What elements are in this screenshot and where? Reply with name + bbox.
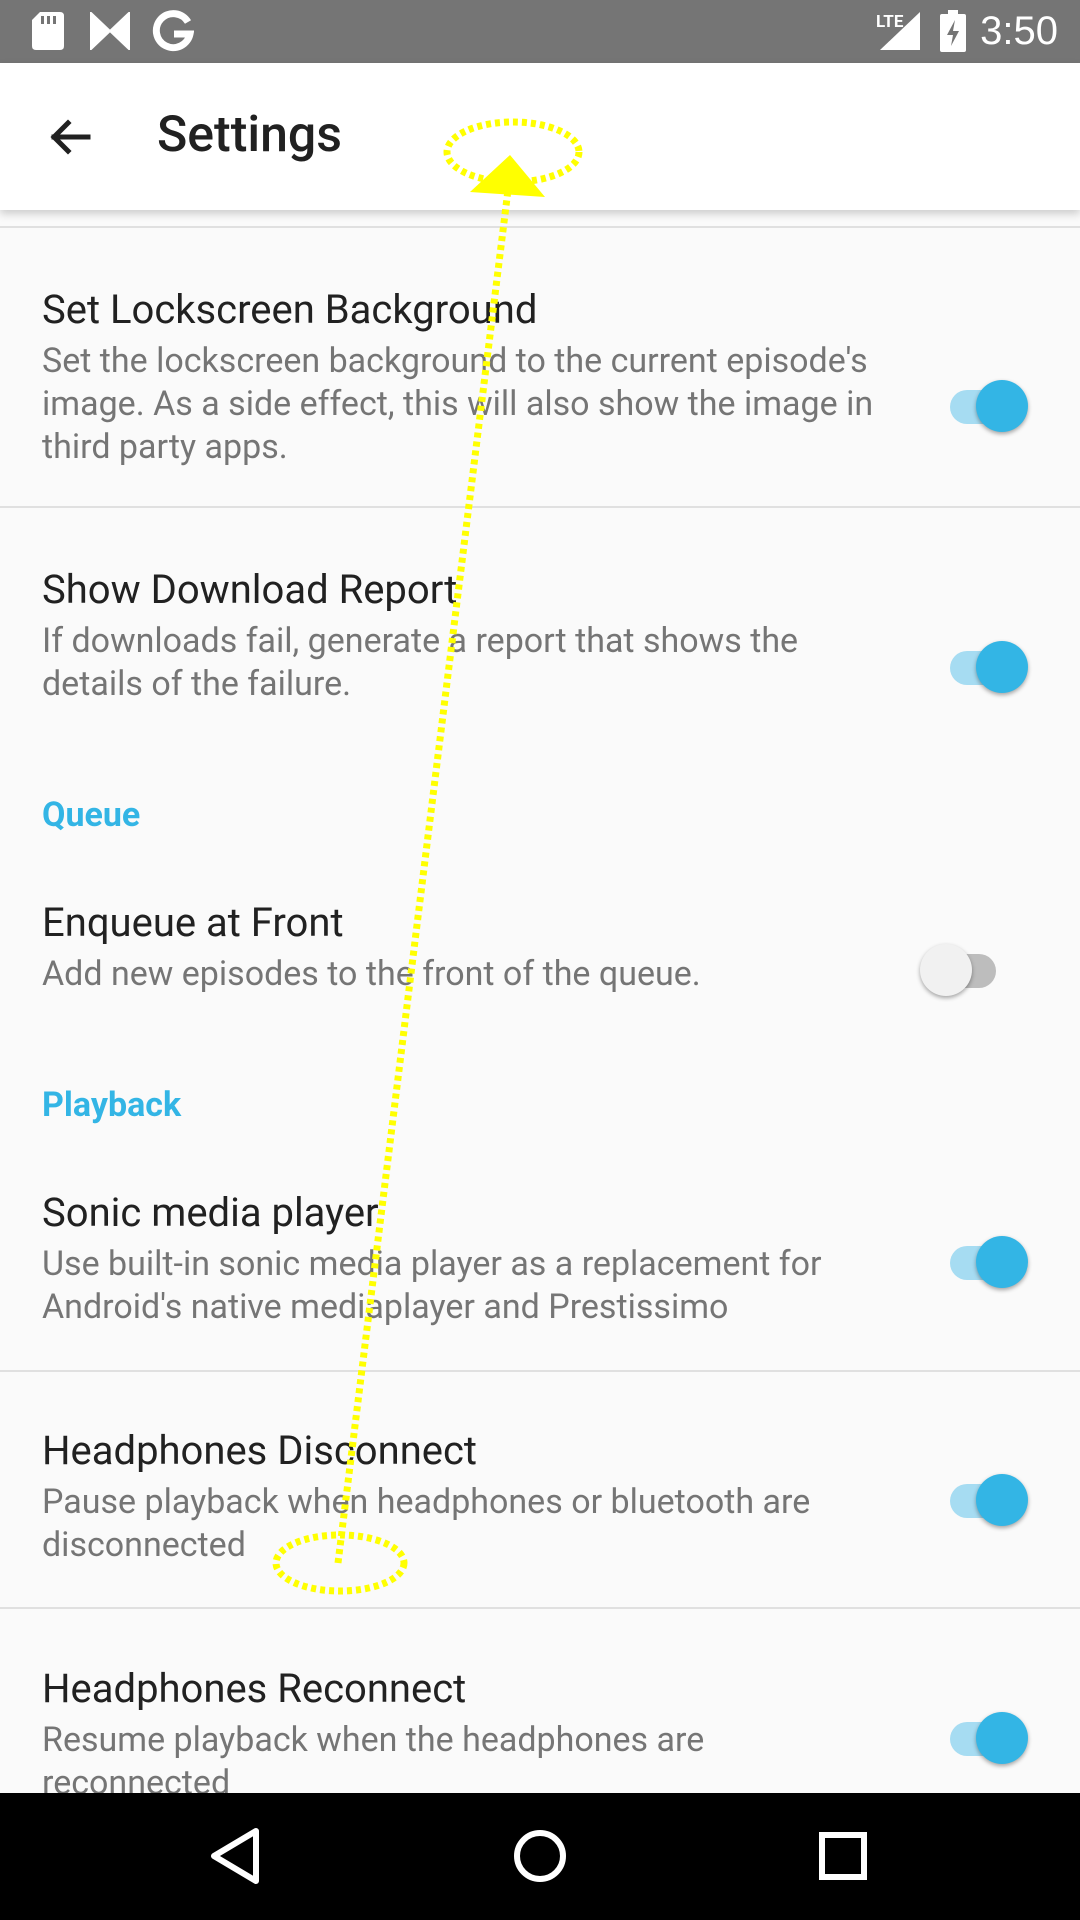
pref-headphones-reconnect[interactable]: Headphones Reconnect Resume playback whe… xyxy=(0,1659,1080,1793)
pref-title: Sonic media player xyxy=(42,1189,379,1236)
switch-thumb xyxy=(976,380,1028,432)
status-bar: LTE 3:50 xyxy=(0,0,1080,63)
settings-list[interactable]: Set Lockscreen Background Set the locksc… xyxy=(0,210,1080,1793)
n-logo-icon xyxy=(90,12,130,50)
toggle-enqueue-at-front[interactable] xyxy=(920,940,1010,1000)
pref-title: Headphones Disconnect xyxy=(42,1427,478,1474)
toggle-headphones-disconnect[interactable] xyxy=(938,1470,1028,1530)
switch-thumb xyxy=(976,1474,1028,1526)
recents-square-icon[interactable] xyxy=(808,1821,878,1891)
pref-enqueue-at-front[interactable]: Enqueue at Front Add new episodes to the… xyxy=(0,893,1080,1003)
pref-summary: Add new episodes to the front of the que… xyxy=(42,954,701,994)
divider xyxy=(0,1370,1080,1372)
signal-icon xyxy=(880,12,920,50)
pref-summary: If downloads fail, generate a report tha… xyxy=(42,621,799,704)
pref-summary: Pause playback when headphones or blueto… xyxy=(42,1482,811,1565)
pref-title: Set Lockscreen Background xyxy=(42,286,538,333)
clock: 3:50 xyxy=(980,9,1058,53)
pref-title: Enqueue at Front xyxy=(42,899,344,946)
pref-title: Show Download Report xyxy=(42,566,458,613)
google-g-icon xyxy=(152,10,194,52)
page-title: Settings xyxy=(157,106,343,164)
switch-thumb xyxy=(976,1712,1028,1764)
arrow-back-icon[interactable] xyxy=(46,113,94,161)
pref-headphones-disconnect[interactable]: Headphones Disconnect Pause playback whe… xyxy=(0,1421,1080,1571)
pref-summary: Resume playback when the headphones are … xyxy=(42,1720,705,1793)
pref-summary: Set the lockscreen background to the cur… xyxy=(42,341,874,467)
toggle-set-lockscreen-background[interactable] xyxy=(938,376,1028,436)
pref-sonic-media-player[interactable]: Sonic media player Use built-in sonic me… xyxy=(0,1183,1080,1333)
sd-card-icon xyxy=(32,12,64,50)
app-bar: Settings xyxy=(0,63,1080,210)
toggle-sonic-media-player[interactable] xyxy=(938,1232,1028,1292)
divider xyxy=(0,1607,1080,1609)
pref-set-lockscreen-background[interactable]: Set Lockscreen Background Set the locksc… xyxy=(0,280,1080,480)
pref-title: Headphones Reconnect xyxy=(42,1665,467,1712)
pref-summary: Use built-in sonic media player as a rep… xyxy=(42,1244,822,1327)
category-playback: Playback xyxy=(42,1085,182,1125)
category-queue: Queue xyxy=(42,795,141,835)
divider xyxy=(0,506,1080,508)
back-triangle-icon[interactable] xyxy=(200,1821,270,1891)
home-circle-icon[interactable] xyxy=(505,1821,575,1891)
switch-thumb xyxy=(976,641,1028,693)
switch-thumb xyxy=(920,944,972,996)
divider xyxy=(0,226,1080,228)
pref-show-download-report[interactable]: Show Download Report If downloads fail, … xyxy=(0,560,1080,710)
toggle-headphones-reconnect[interactable] xyxy=(938,1708,1028,1768)
switch-thumb xyxy=(976,1236,1028,1288)
navigation-bar xyxy=(0,1793,1080,1920)
toggle-show-download-report[interactable] xyxy=(938,637,1028,697)
battery-charging-icon xyxy=(940,10,966,52)
